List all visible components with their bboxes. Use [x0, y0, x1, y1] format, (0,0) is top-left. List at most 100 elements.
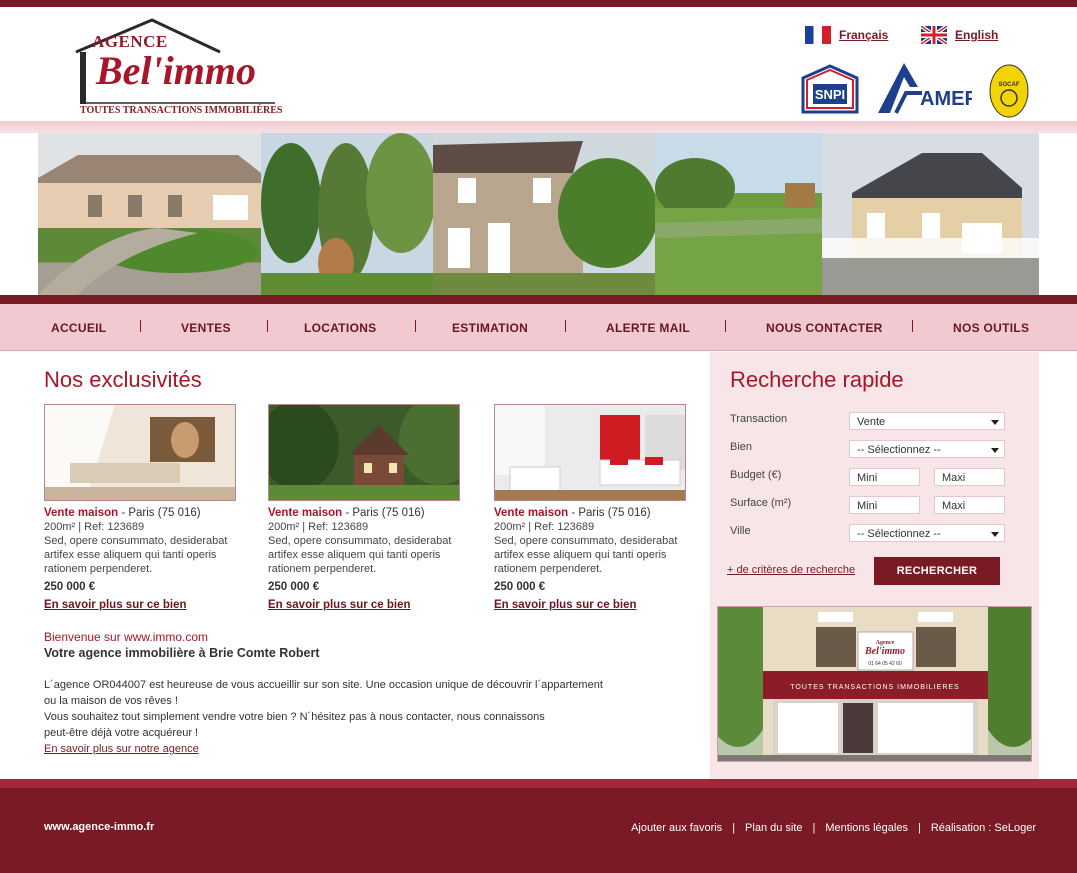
exclusives-title: Nos exclusivités	[44, 367, 202, 392]
budget-label: Budget (€)	[730, 469, 782, 481]
budget-max-input[interactable]: Maxi	[934, 468, 1005, 486]
nav-separator	[912, 320, 913, 332]
chevron-down-icon	[991, 420, 999, 425]
nav-separator	[565, 320, 566, 332]
ville-value: -- Sélectionnez --	[857, 528, 941, 540]
agency-storefront-photo: Agence Bel'immo 01 64 05 42 60 TOUTES TR…	[717, 606, 1032, 762]
transaction-value: Vente	[857, 416, 886, 428]
listing-price: 250 000 €	[44, 581, 96, 593]
lang-francais[interactable]: Français	[805, 26, 888, 44]
footer-separator: |	[917, 822, 921, 834]
top-bar	[0, 0, 1077, 7]
welcome-more-link[interactable]: En savoir plus sur notre agence	[44, 743, 199, 755]
footer-separator: |	[732, 822, 736, 834]
search-button[interactable]: RECHERCHER	[874, 557, 1000, 585]
lang-francais-link[interactable]: Français	[839, 28, 888, 42]
bien-label: Bien	[730, 441, 753, 453]
nav-accueil[interactable]: ACCUEIL	[51, 321, 106, 335]
footer-site-url: www.agence-immo.fr	[44, 821, 155, 833]
welcome-section: Bienvenue sur www.immo.com Votre agence …	[44, 629, 644, 757]
welcome-paragraph: L´agence OR044007 est heureuse de vous a…	[44, 679, 603, 691]
listing-location: - Paris (75 016)	[342, 507, 425, 519]
listing-card: Vente maison - Paris (75 016) 200m² | Re…	[268, 404, 464, 612]
search-title: Recherche rapide	[730, 367, 904, 392]
welcome-line1: Bienvenue sur www.immo.com	[44, 630, 209, 644]
chevron-down-icon	[991, 532, 999, 537]
banner-photo-stone-house	[433, 133, 655, 295]
footer: www.agence-immo.fr Ajouter aux favoris |…	[0, 788, 1077, 873]
listing-type: Vente maison	[268, 507, 343, 519]
nav-nous-contacter[interactable]: NOUS CONTACTER	[766, 321, 883, 335]
flag-fr-icon	[805, 26, 831, 44]
more-criteria-link[interactable]: + de critères de recherche	[727, 564, 855, 576]
nav-locations[interactable]: LOCATIONS	[304, 321, 376, 335]
transaction-select[interactable]: Vente	[849, 412, 1005, 430]
logo-brand: Bel'immo	[96, 48, 256, 93]
logo[interactable]: AGENCE Bel'immo TOUTES TRANSACTIONS IMMO…	[70, 17, 285, 122]
header: AGENCE Bel'immo TOUTES TRANSACTIONS IMMO…	[0, 7, 1077, 121]
listing-price: 250 000 €	[494, 581, 546, 593]
lang-english-link[interactable]: English	[955, 28, 998, 42]
listing-specs: 200m² | Ref: 123689	[44, 521, 145, 533]
main-nav: ACCUEIL VENTES LOCATIONS ESTIMATION ALER…	[0, 304, 1077, 351]
surface-min-input[interactable]: Mini	[849, 496, 920, 514]
footer-top-bar	[0, 779, 1077, 788]
listing-more-link[interactable]: En savoir plus sur ce bien	[44, 598, 240, 612]
storefront-phone: 01 64 05 42 60	[868, 661, 902, 667]
logo-tagline: TOUTES TRANSACTIONS IMMOBILIÈRES	[80, 105, 283, 116]
welcome-line2: Votre agence immobilière à Brie Comte Ro…	[44, 646, 320, 660]
surface-max-input[interactable]: Maxi	[934, 496, 1005, 514]
snpi-label: SNPI	[815, 87, 845, 102]
ville-select[interactable]: -- Sélectionnez --	[849, 524, 1005, 542]
listing-more-link[interactable]: En savoir plus sur ce bien	[494, 598, 690, 612]
nav-separator	[267, 320, 268, 332]
nav-separator	[140, 320, 141, 332]
ville-label: Ville	[730, 525, 751, 537]
listing-specs: 200m² | Ref: 123689	[268, 521, 369, 533]
listing-type: Vente maison	[44, 507, 119, 519]
welcome-paragraph: ou la maison de vos rêves !	[44, 695, 178, 707]
listing-photo[interactable]	[494, 404, 686, 501]
listing-description: Sed, opere consummato, desiderabat artif…	[494, 535, 678, 575]
amepi-logo[interactable]: AMEPI	[876, 57, 983, 122]
nav-alerte-mail[interactable]: ALERTE MAIL	[606, 321, 690, 335]
socaf-label: SOCAF	[999, 82, 1020, 88]
listing-price: 250 000 €	[268, 581, 320, 593]
footer-link-favoris[interactable]: Ajouter aux favoris	[631, 822, 722, 834]
banner-photo-house-1	[38, 133, 261, 295]
listing-location: - Paris (75 016)	[118, 507, 201, 519]
banner-photo-garden	[261, 133, 433, 295]
banner-photo-lawn	[655, 133, 822, 295]
nav-separator	[725, 320, 726, 332]
snpi-logo[interactable]: SNPI	[801, 64, 859, 119]
footer-link-mentions-legales[interactable]: Mentions légales	[825, 822, 908, 834]
listing-type: Vente maison	[494, 507, 569, 519]
footer-link-plan-du-site[interactable]: Plan du site	[745, 822, 802, 834]
storefront-sign-brand: Bel'immo	[864, 646, 905, 657]
amepi-label: AMEPI	[920, 88, 972, 110]
listing-photo[interactable]	[268, 404, 460, 501]
hero-banner	[38, 133, 1039, 295]
flag-uk-icon	[921, 26, 947, 44]
nav-ventes[interactable]: VENTES	[181, 321, 231, 335]
listing-specs: 200m² | Ref: 123689	[494, 521, 595, 533]
transaction-label: Transaction	[730, 413, 788, 425]
welcome-paragraph: Vous souhaitez tout simplement vendre vo…	[44, 711, 545, 723]
footer-separator: |	[812, 822, 816, 834]
listing-card: Vente maison - Paris (75 016) 200m² | Re…	[44, 404, 240, 612]
nav-estimation[interactable]: ESTIMATION	[452, 321, 528, 335]
storefront-awning: TOUTES TRANSACTIONS IMMOBILIERES	[790, 684, 959, 691]
budget-min-input[interactable]: Mini	[849, 468, 920, 486]
nav-top-bar	[0, 295, 1077, 304]
listing-description: Sed, opere consummato, desiderabat artif…	[44, 535, 228, 575]
footer-link-realisation[interactable]: Réalisation : SeLoger	[931, 822, 1036, 834]
nav-nos-outils[interactable]: NOS OUTILS	[953, 321, 1029, 335]
lang-english[interactable]: English	[921, 26, 998, 44]
bien-select[interactable]: -- Sélectionnez --	[849, 440, 1005, 458]
listing-more-link[interactable]: En savoir plus sur ce bien	[268, 598, 464, 612]
listing-card: Vente maison - Paris (75 016) 200m² | Re…	[494, 404, 690, 612]
chevron-down-icon	[991, 448, 999, 453]
welcome-paragraph: peut-être déjà votre acquéreur !	[44, 727, 199, 739]
socaf-logo[interactable]: SOCAF	[989, 64, 1029, 123]
listing-photo[interactable]	[44, 404, 236, 501]
